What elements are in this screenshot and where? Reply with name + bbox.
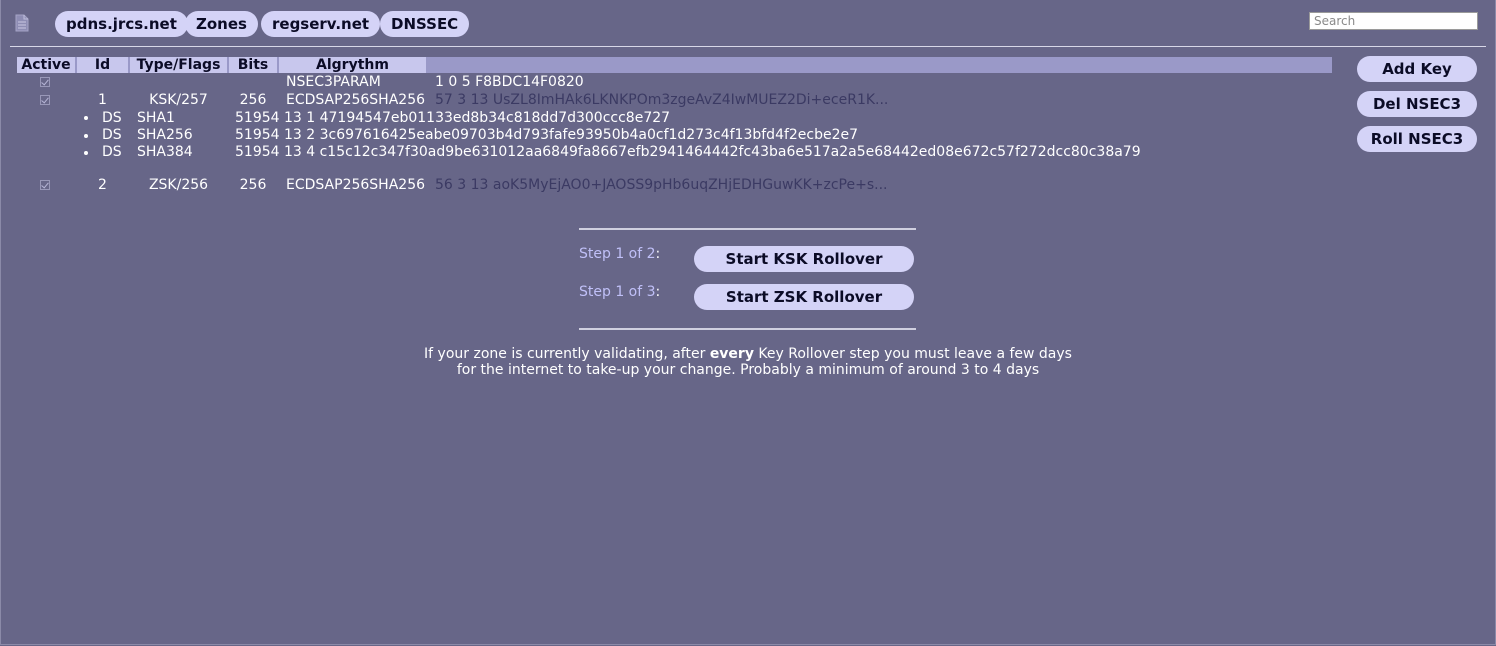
add-key-button[interactable]: Add Key [1357,56,1477,82]
ksk-step-text: Step 1 of 2 [579,246,656,262]
list-bullet [84,116,88,120]
col-header-active: Active [17,57,75,73]
rollover-divider-bottom [579,328,916,330]
ksk-step-colon: : [655,246,661,262]
nsec3param-label: NSEC3PARAM [286,74,381,90]
list-bullet [84,134,88,138]
rollover-divider-top [579,228,916,230]
ds-label: DS [102,127,122,143]
active-checkbox[interactable] [40,77,50,87]
nav-dnssec-pill[interactable]: DNSSEC [380,11,470,37]
key-id: 1 [98,92,107,108]
note-line-2: for the internet to take-up your change.… [456,362,1040,378]
ds-value: 51954 13 1 47194547eb01133ed8b34c818dd7d… [235,110,671,126]
note-text-after: Key Rollover step you must leave a few d… [753,346,1072,362]
rollover-warning-note: If your zone is currently validating, af… [400,346,1096,378]
ds-digest-type: SHA1 [137,110,175,126]
ds-label: DS [102,110,122,126]
nav-zones-pill[interactable]: Zones [185,11,258,37]
zsk-step-text: Step 1 of 3 [579,284,656,300]
zsk-step-colon: : [655,284,661,300]
key-type-flags: ZSK/256 [148,177,209,193]
ds-digest-type: SHA256 [137,127,193,143]
ds-label: DS [102,144,122,160]
col-header-id: Id [77,57,128,73]
note-line-1: If your zone is currently validating, af… [400,346,1096,362]
key-public-data: 56 3 13 aoK5MyEjAO0+JAOSS9pHb6uqZHjEDHGu… [435,177,888,193]
note-emphasis: every [709,346,754,362]
key-id: 2 [98,177,107,193]
document-icon[interactable] [14,14,30,32]
col-header-type-flags: Type/Flags [130,57,227,73]
search-input[interactable] [1309,12,1478,30]
nav-server-pill[interactable]: pdns.jrcs.net [55,11,188,37]
nsec3param-value: 1 0 5 F8BDC14F0820 [435,74,584,90]
key-bits: 256 [239,92,267,108]
key-public-data: 57 3 13 UsZL8ImHAk6LKNKPOm3zgeAvZ4IwMUEZ… [435,92,889,108]
key-algorithm: ECDSAP256SHA256 [286,92,426,108]
start-zsk-rollover-button[interactable]: Start ZSK Rollover [694,284,914,310]
del-nsec3-button[interactable]: Del NSEC3 [1357,91,1477,117]
note-text-before: If your zone is currently validating, af… [424,346,710,362]
table-header-row: Active Id Type/Flags Bits Algrythm [17,57,1332,73]
active-checkbox[interactable] [40,95,50,105]
ksk-step-label: Step 1 of 2: [579,246,660,262]
header-divider [10,46,1486,47]
col-header-bits: Bits [229,57,277,73]
col-header-algorithm: Algrythm [279,57,426,73]
top-navigation: pdns.jrcs.net Zones regserv.net DNSSEC [0,0,1496,46]
ds-value: 51954 13 2 3c697616425eabe09703b4d793faf… [235,127,859,143]
ds-digest-type: SHA384 [137,144,193,160]
nav-zone-name-pill[interactable]: regserv.net [261,11,381,37]
ds-value: 51954 13 4 c15c12c347f30ad9be631012aa684… [235,144,1141,160]
roll-nsec3-button[interactable]: Roll NSEC3 [1357,126,1477,152]
list-bullet [84,151,88,155]
key-algorithm: ECDSAP256SHA256 [286,177,426,193]
active-checkbox[interactable] [40,180,50,190]
start-ksk-rollover-button[interactable]: Start KSK Rollover [694,246,914,272]
key-bits: 256 [239,177,267,193]
zsk-step-label: Step 1 of 3: [579,284,660,300]
key-type-flags: KSK/257 [149,92,208,108]
